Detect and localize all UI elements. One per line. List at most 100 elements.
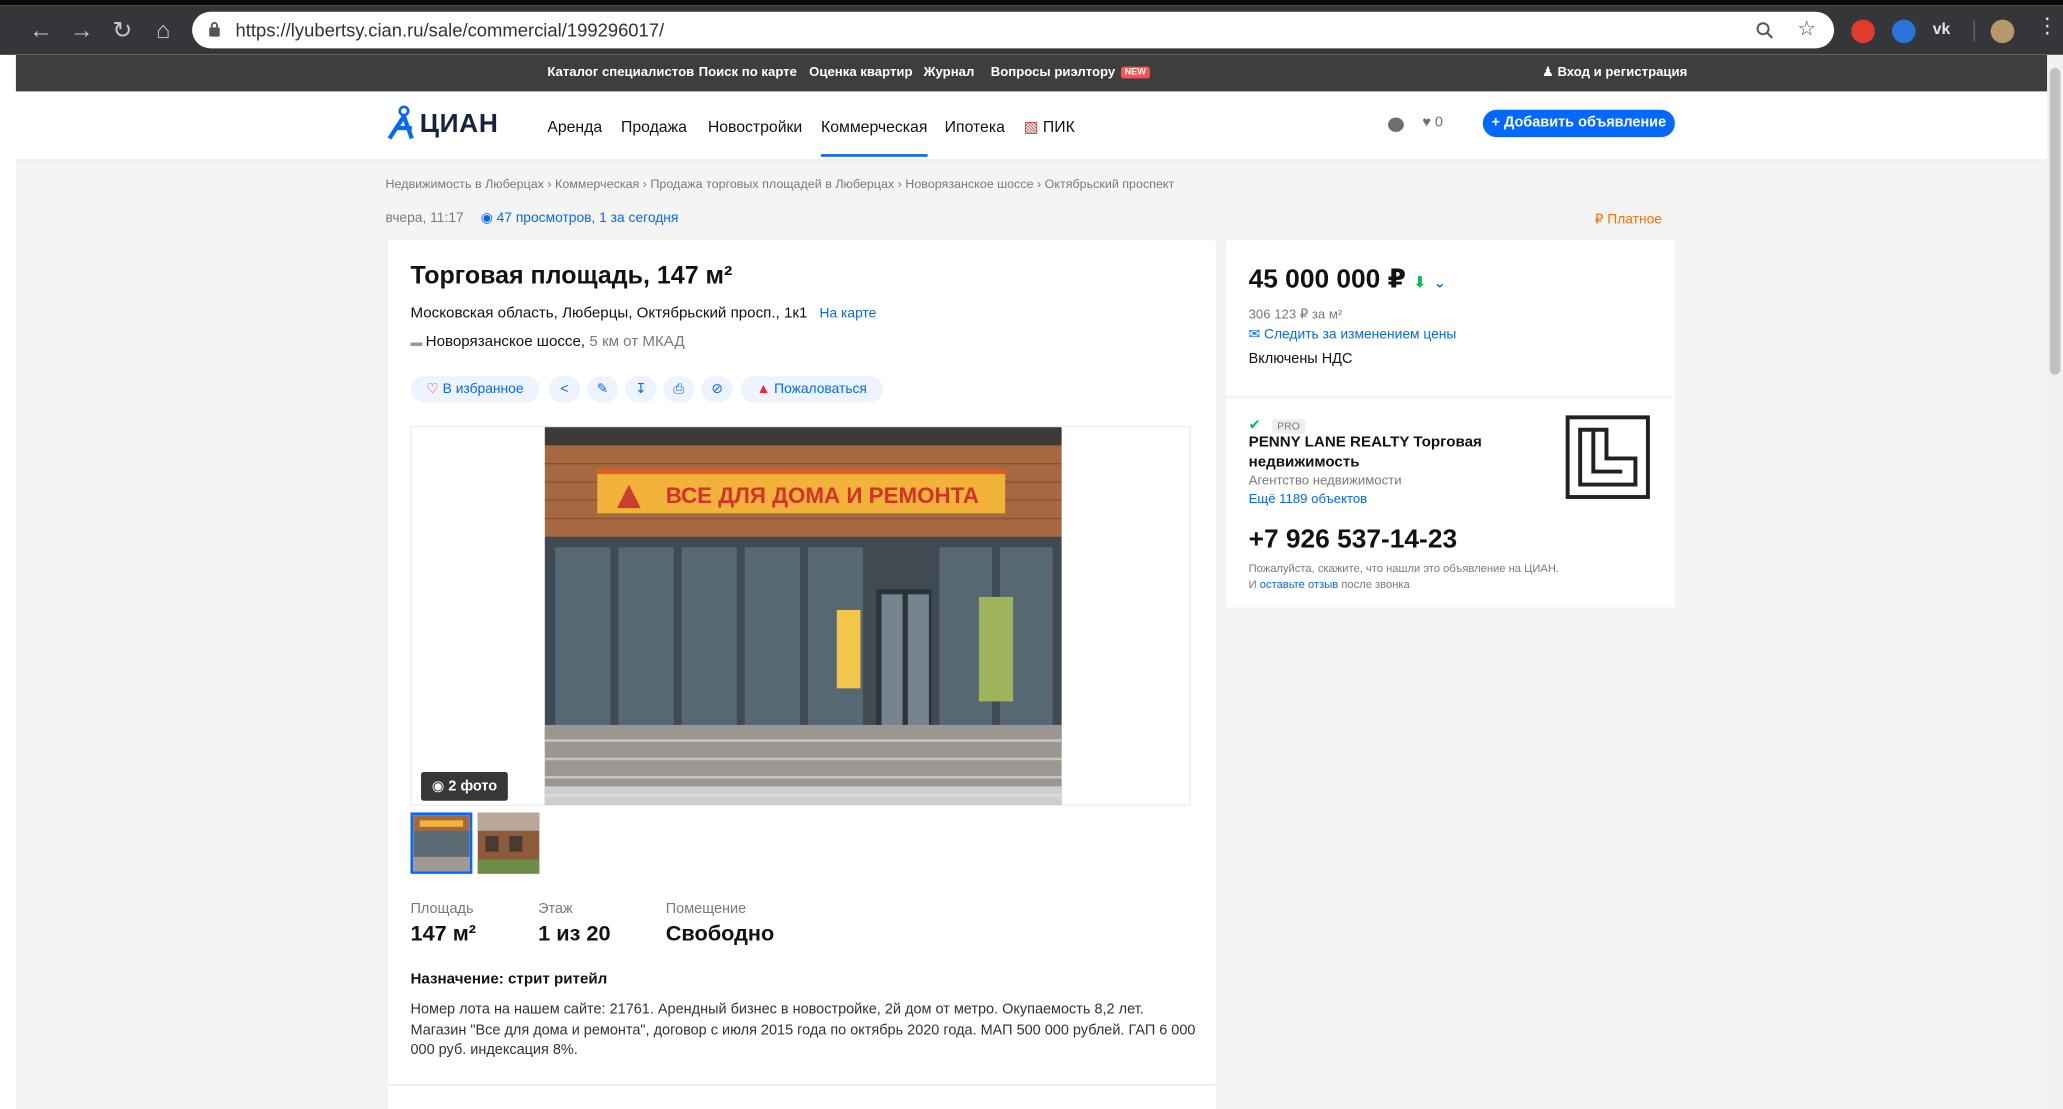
pro-badge: PRO [1271, 419, 1306, 434]
storefront-photo: ВСЕ ДЛЯ ДОМА И РЕМОНТА [544, 427, 1062, 805]
verified-icon: ✔ [1248, 417, 1261, 434]
address-bar[interactable]: https://lyubertsy.cian.ru/sale/commercia… [192, 11, 1835, 49]
menu-sale[interactable]: Продажа [621, 118, 687, 136]
forward-icon[interactable]: → [62, 5, 101, 55]
thumbnail-2[interactable] [477, 812, 540, 874]
price-card: 45 000 000 ₽ ⬇ ⌄ 306 123 ₽ за м² ✉ Следи… [1226, 240, 1675, 396]
breadcrumb-separator: › [639, 177, 651, 193]
web-page: Каталог специалистов Поиск по карте Оцен… [15, 54, 2048, 1109]
extension-red-icon[interactable] [1851, 19, 1875, 44]
login-link[interactable]: ♟ Вход и регистрация [1542, 65, 1687, 79]
thumbnail-photo-2 [477, 812, 540, 874]
extension-blue-icon[interactable] [1891, 19, 1916, 44]
agent-card: ✔ PRO PENNY LANE REALTY Торговая недвижи… [1226, 398, 1675, 608]
highway-distance: 5 км от МКАД [589, 334, 685, 351]
add-to-favorites-button[interactable]: ♡ В избранное [410, 376, 540, 403]
mail-icon: ✉ [1248, 326, 1265, 343]
edit-icon[interactable]: ✎ [586, 376, 619, 403]
breadcrumb-item[interactable]: Недвижимость в Люберцах [386, 178, 544, 192]
user-icon: ♟ [1542, 65, 1558, 80]
thumbnail-1[interactable] [410, 812, 473, 874]
print-icon[interactable]: ⎙ [663, 376, 695, 403]
add-listing-button[interactable]: + Добавить объявление [1482, 109, 1675, 138]
warning-icon: ▲ [756, 381, 775, 398]
agent-objects-link[interactable]: Ещё 1189 объектов [1249, 492, 1368, 506]
extension-vk-icon[interactable]: vk [1933, 20, 1951, 38]
views-count: 47 просмотров, 1 за сегодня [496, 210, 679, 226]
hide-icon[interactable]: ⊘ [701, 376, 733, 403]
fact-area-value: 147 м² [410, 922, 477, 946]
browser-menu-icon[interactable]: ⋮ [2037, 16, 2058, 38]
reload-icon[interactable]: ↻ [103, 5, 142, 55]
agent-logo[interactable] [1565, 415, 1650, 499]
favorites-label: В избранное [442, 381, 524, 398]
paid-text: Платное [1607, 211, 1662, 228]
pik-bank-icon: ▧ [1023, 117, 1043, 136]
purpose: Назначение: стрит ритейл [410, 971, 608, 988]
link-realtor-questions[interactable]: Вопросы риэлтору NEW [991, 65, 1150, 80]
url-text: https://lyubertsy.cian.ru/sale/commercia… [235, 19, 665, 41]
browser-toolbar: ← → ↻ ⌂ https://lyubertsy.cian.ru/sale/c… [0, 5, 2063, 55]
store-sign-text: ВСЕ ДЛЯ ДОМА И РЕМОНТА [666, 483, 979, 508]
heart-outline-icon: ♡ [426, 381, 443, 398]
agent-name[interactable]: PENNY LANE REALTY Торговая недвижимость [1249, 434, 1525, 473]
breadcrumb: Недвижимость в Люберцах › Коммерческая ›… [386, 178, 1175, 192]
share-icon[interactable]: < [548, 376, 581, 403]
map-link[interactable]: На карте [820, 306, 877, 322]
menu-pik-label: ПИК [1042, 117, 1075, 136]
photo-count-label: 2 фото [448, 778, 498, 795]
scrollbar-thumb[interactable] [2049, 67, 2061, 375]
link-specialists[interactable]: Каталог специалистов [547, 65, 694, 79]
fact-premises-value: Свободно [665, 922, 775, 946]
agent-logo-mark [1578, 427, 1638, 487]
breadcrumb-item[interactable]: Коммерческая [555, 178, 639, 192]
listing-card: Торговая площадь, 147 м² Московская обла… [388, 240, 1216, 1109]
leave-review-link[interactable]: оставьте отзыв [1260, 577, 1338, 590]
profile-avatar[interactable] [1990, 19, 2015, 44]
menu-rent[interactable]: Аренда [547, 118, 602, 136]
breadcrumb-separator: › [1033, 177, 1045, 193]
link-journal[interactable]: Журнал [924, 65, 975, 79]
link-map-search[interactable]: Поиск по карте [699, 65, 797, 79]
breadcrumb-item[interactable]: Продажа торговых площадей в Люберцах [650, 178, 894, 192]
agent-note-suffix: после звонка [1341, 577, 1410, 591]
menu-pik[interactable]: ▧ ПИК [1024, 118, 1075, 136]
agent-note: Пожалуйста, скажите, что нашли это объяв… [1249, 560, 1565, 591]
eye-icon: ◉ [480, 210, 497, 226]
page-scrollbar[interactable] [2047, 54, 2063, 1109]
agent-phone[interactable]: +7 926 537-14-23 [1249, 525, 1457, 555]
toolbar-separator [1973, 20, 1975, 42]
fact-floor-value: 1 из 20 [538, 922, 611, 946]
breadcrumb-item[interactable]: Октябрьский проспект [1045, 178, 1175, 192]
follow-price-link[interactable]: ✉ Следить за изменением цены [1249, 327, 1457, 343]
heart-icon: ♥ [1422, 114, 1431, 131]
ruble-icon: ₽ [1594, 211, 1608, 228]
follow-price-label: Следить за изменением цены [1264, 326, 1457, 343]
chat-icon[interactable] [1388, 117, 1404, 132]
views-link[interactable]: ◉ 47 просмотров, 1 за сегодня [481, 210, 679, 226]
price-value: 45 000 000 ₽ [1248, 265, 1406, 294]
favorites-counter[interactable]: ♥ 0 [1422, 115, 1443, 131]
back-icon[interactable]: ← [21, 5, 60, 55]
main-photo[interactable]: ВСЕ ДЛЯ ДОМА И РЕМОНТА [544, 427, 1062, 805]
price-history-icon[interactable]: ⌄ [1434, 276, 1446, 292]
photo-gallery[interactable]: ВСЕ ДЛЯ ДОМА И РЕМОНТА ◉ 2 фото [410, 425, 1191, 806]
breadcrumb-separator: › [543, 177, 556, 193]
fact-premises-label: Помещение [665, 901, 747, 917]
search-icon[interactable] [1755, 21, 1773, 39]
complain-button[interactable]: ▲ Пожаловаться [740, 376, 883, 403]
highway-info: ▬ Новорязанское шоссе, 5 км от МКАД [410, 334, 684, 350]
listing-meta: вчера, 11:17 ◉ 47 просмотров, 1 за сегод… [386, 210, 679, 226]
menu-new-buildings[interactable]: Новостройки [708, 118, 802, 136]
link-apartment-valuation[interactable]: Оценка квартир [809, 65, 912, 79]
photo-counter[interactable]: ◉ 2 фото [421, 771, 508, 801]
price: 45 000 000 ₽ ⬇ ⌄ [1249, 263, 1446, 296]
home-icon[interactable]: ⌂ [143, 5, 182, 55]
highway-name: Новорязанское шоссе, [425, 334, 586, 351]
breadcrumb-item[interactable]: Новорязанское шоссе [905, 178, 1033, 192]
bookmark-star-icon[interactable]: ☆ [1797, 16, 1816, 42]
download-icon[interactable]: ↧ [624, 376, 657, 403]
menu-mortgage[interactable]: Ипотека [945, 118, 1005, 136]
fact-area-label: Площадь [410, 901, 474, 917]
menu-commercial[interactable]: Коммерческая [820, 118, 928, 157]
